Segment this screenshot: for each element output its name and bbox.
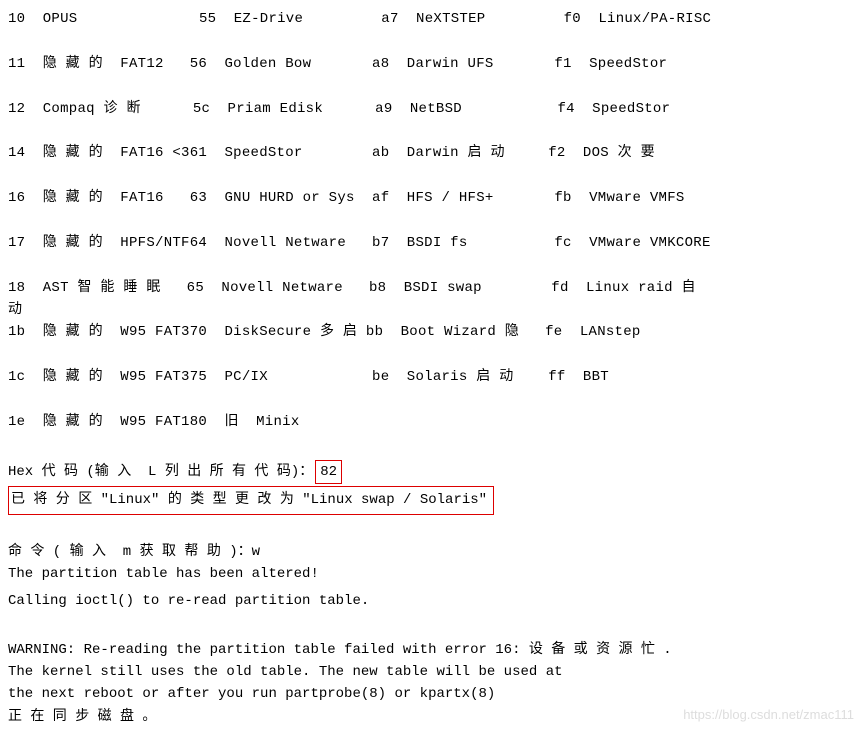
table-row: 1c 隐 藏 的 W95 FAT375 PC/IX be Solaris 启 动… <box>8 366 856 388</box>
table-blank-row <box>8 75 856 97</box>
table-row: 18 AST 智 能 睡 眠 65 Novell Netware b8 BSDI… <box>8 277 856 299</box>
partition-type-table: 10 OPUS 55 EZ-Drive a7 NeXTSTEP f0 Linux… <box>8 8 856 433</box>
sync-message: 正 在 同 步 磁 盘 。 <box>8 709 156 725</box>
hex-code-input[interactable]: 82 <box>315 460 342 484</box>
table-blank-row <box>8 120 856 142</box>
command-prompt[interactable]: 命 令 ( 输 入 m 获 取 帮 助 )：w <box>8 544 260 560</box>
table-blank-row <box>8 344 856 366</box>
table-row: 17 隐 藏 的 HPFS/NTF64 Novell Netware b7 BS… <box>8 232 856 254</box>
table-blank-row <box>8 165 856 187</box>
table-row: 16 隐 藏 的 FAT16 63 GNU HURD or Sys af HFS… <box>8 187 856 209</box>
ioctl-message: Calling ioctl() to re-read partition tab… <box>8 590 856 612</box>
table-row: 10 OPUS 55 EZ-Drive a7 NeXTSTEP f0 Linux… <box>8 8 856 30</box>
table-blank-row <box>8 254 856 276</box>
table-row: 11 隐 藏 的 FAT12 56 Golden Bow a8 Darwin U… <box>8 53 856 75</box>
table-row: 12 Compaq 诊 断 5c Priam Edisk a9 NetBSD f… <box>8 98 856 120</box>
altered-message: The partition table has been altered! <box>8 566 319 582</box>
table-row-overflow: 动 <box>8 299 856 321</box>
command-line: 命 令 ( 输 入 m 获 取 帮 助 )：w The partition ta… <box>8 519 856 586</box>
warning-line-2: The kernel still uses the old table. The… <box>8 664 563 680</box>
table-row: 14 隐 藏 的 FAT16 <361 SpeedStor ab Darwin … <box>8 142 856 164</box>
hex-prompt-line: Hex 代 码 (输 入 L 列 出 所 有 代 码)：82 <box>8 460 342 484</box>
warning-line-1: WARNING: Re-reading the partition table … <box>8 642 672 658</box>
table-blank-row <box>8 210 856 232</box>
hex-prompt-label: Hex 代 码 (输 入 L 列 出 所 有 代 码)： <box>8 464 313 480</box>
partition-change-message: 已 将 分 区 "Linux" 的 类 型 更 改 为 "Linux swap … <box>8 486 494 514</box>
table-row: 1e 隐 藏 的 W95 FAT180 旧 Minix <box>8 411 856 433</box>
table-blank-row <box>8 389 856 411</box>
watermark: https://blog.csdn.net/zmac111 <box>683 705 854 726</box>
table-blank-row <box>8 30 856 52</box>
warning-line-3: the next reboot or after you run partpro… <box>8 686 495 702</box>
table-row: 1b 隐 藏 的 W95 FAT370 DiskSecure 多 启 bb Bo… <box>8 321 856 343</box>
